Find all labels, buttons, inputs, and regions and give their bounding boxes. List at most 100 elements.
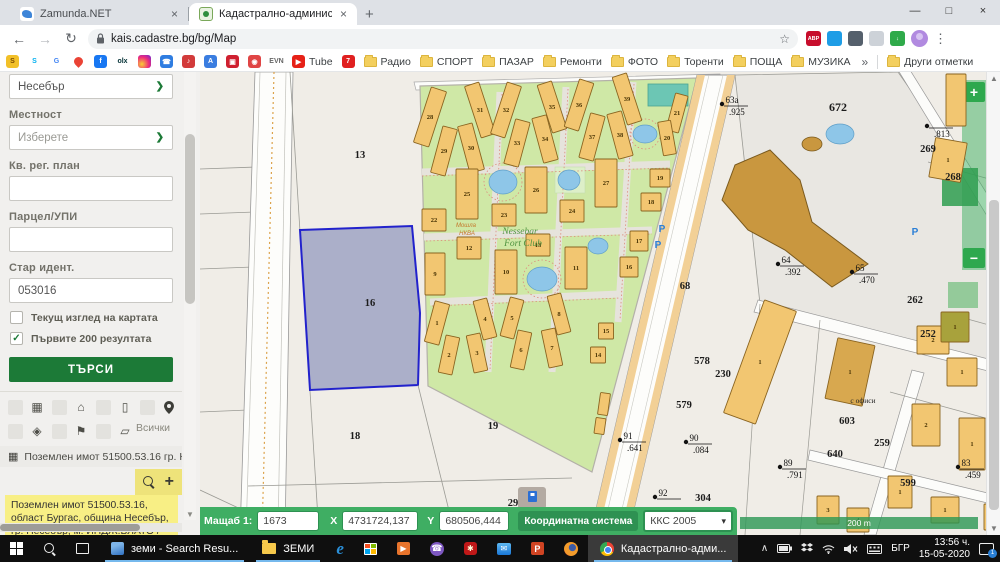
parcel-input[interactable] bbox=[9, 227, 173, 252]
layer-toggle[interactable] bbox=[4, 398, 26, 416]
layers-icon[interactable]: ◈ bbox=[26, 422, 48, 440]
window-zemi-folder[interactable]: ЗЕМИ bbox=[250, 535, 326, 562]
add-result-icon[interactable]: + bbox=[165, 474, 174, 490]
first200-checkbox-row[interactable]: ✓ Първите 200 резултата bbox=[10, 332, 182, 345]
zoom-out-icon[interactable]: − bbox=[970, 250, 978, 266]
translate-icon[interactable]: A bbox=[204, 55, 217, 68]
zoom-to-result-icon[interactable] bbox=[142, 476, 155, 488]
x-coordinate-input[interactable] bbox=[342, 511, 419, 531]
layer-toggle[interactable] bbox=[48, 398, 70, 416]
maximize-button[interactable]: □ bbox=[932, 0, 966, 25]
close-button[interactable]: × bbox=[966, 0, 1000, 25]
scroll-down-arrow-icon[interactable]: ▼ bbox=[987, 524, 1000, 533]
current-view-checkbox-row[interactable]: Текущ изглед на картата bbox=[10, 311, 182, 324]
cadastre-map[interactable]: + − 28 29 30 31 32 33 34 35 36 37 38 39 21 20 25 26 27 22… bbox=[200, 72, 1000, 535]
youtube-icon[interactable]: ▶ Tube bbox=[292, 55, 333, 68]
forward-button[interactable]: → bbox=[32, 31, 58, 47]
location-pin-icon[interactable] bbox=[158, 398, 180, 416]
flag-icon[interactable]: ⚑ bbox=[70, 422, 92, 440]
tab-zamunda[interactable]: Zamunda.NET × bbox=[10, 3, 188, 25]
all-layers-link[interactable]: Всички bbox=[136, 422, 180, 440]
firefox-button[interactable] bbox=[554, 535, 588, 562]
red-app-button[interactable]: ✱ bbox=[454, 535, 487, 562]
notifications-icon[interactable]: 1 bbox=[979, 542, 997, 558]
tab-close-icon[interactable]: × bbox=[169, 7, 180, 21]
bookmark-folder[interactable]: Ремонти bbox=[542, 54, 602, 68]
s-yellow-icon[interactable]: S bbox=[6, 55, 19, 68]
layer-toggle[interactable] bbox=[136, 398, 158, 416]
layer-toggle[interactable] bbox=[92, 398, 114, 416]
settlement-select[interactable]: Несебър ❯ bbox=[9, 74, 173, 99]
facebook-icon[interactable]: f bbox=[94, 55, 107, 68]
films-tv-button[interactable]: ▶ bbox=[387, 535, 420, 562]
bookmark-folder[interactable]: МУЗИКА bbox=[791, 54, 850, 68]
task-view-button[interactable] bbox=[66, 535, 99, 562]
reload-button[interactable]: ↻ bbox=[58, 30, 84, 47]
battery-icon[interactable] bbox=[777, 544, 793, 553]
mail-button[interactable]: ✉ bbox=[487, 535, 521, 562]
scroll-up-arrow-icon[interactable]: ▲ bbox=[987, 74, 1000, 83]
wifi-icon[interactable] bbox=[822, 544, 835, 554]
layer-toggle[interactable] bbox=[48, 422, 70, 440]
blue-badge-icon[interactable] bbox=[827, 31, 842, 46]
checkbox-checked[interactable]: ✓ bbox=[10, 332, 23, 345]
skype-icon[interactable]: S bbox=[28, 55, 41, 68]
layer-toggle[interactable] bbox=[4, 422, 26, 440]
adblock-icon[interactable]: ABP bbox=[806, 31, 821, 46]
polygon-icon[interactable]: ▱ bbox=[114, 422, 136, 440]
music-icon[interactable]: ♪ bbox=[182, 55, 195, 68]
red-dot-icon[interactable]: ◉ bbox=[248, 55, 261, 68]
clock[interactable]: 13:56 ч. 15-05-2020 bbox=[919, 537, 970, 560]
address-bar[interactable]: kais.cadastre.bg/bg/Map ☆ bbox=[88, 28, 798, 49]
dropbox-icon[interactable] bbox=[801, 543, 814, 554]
bookmark-folder[interactable]: СПОРТ bbox=[419, 54, 473, 68]
bookmark-folder[interactable]: Радио bbox=[363, 54, 411, 68]
map-canvas[interactable]: + − 2829 3031 32333435 3637 3839212025262722… bbox=[200, 72, 1000, 535]
language-indicator[interactable]: БГР bbox=[891, 543, 910, 554]
phone-icon[interactable]: ☎ bbox=[160, 55, 173, 68]
search-button[interactable]: ТЪРСИ bbox=[9, 357, 173, 382]
tray-expand-icon[interactable]: ∧ bbox=[761, 543, 768, 554]
selected-parcel-16[interactable] bbox=[298, 224, 422, 392]
idm-ext-icon[interactable] bbox=[869, 31, 884, 46]
touch-keyboard-icon[interactable] bbox=[867, 543, 883, 554]
old-id-input[interactable]: 053016 bbox=[9, 278, 173, 303]
store-button[interactable] bbox=[354, 535, 387, 562]
other-bookmarks-folder[interactable]: Други отметки bbox=[887, 54, 973, 68]
zoom-in-icon[interactable]: + bbox=[970, 84, 978, 100]
y-coordinate-input[interactable] bbox=[439, 511, 510, 531]
sidebar-vertical-scrollbar[interactable] bbox=[184, 72, 196, 520]
building-icon[interactable]: ▯ bbox=[114, 398, 136, 416]
start-button[interactable] bbox=[0, 535, 33, 562]
bookmark-star-icon[interactable]: ☆ bbox=[779, 32, 790, 46]
volume-muted-icon[interactable] bbox=[844, 543, 858, 554]
window-chrome-kais[interactable]: Кадастрално-адми... bbox=[587, 535, 739, 562]
red-tile-icon[interactable]: ▣ bbox=[226, 55, 239, 68]
profile-avatar[interactable] bbox=[911, 30, 928, 47]
scale-input[interactable] bbox=[257, 511, 320, 531]
tab-kais-active[interactable]: Кадастрално-административна × bbox=[189, 3, 357, 25]
home-icon[interactable]: ⌂ bbox=[70, 398, 92, 416]
olx-icon[interactable]: olx bbox=[116, 55, 129, 68]
powerpoint-button[interactable]: P bbox=[521, 535, 554, 562]
bookmark-folder[interactable]: ПАЗАР bbox=[482, 54, 534, 68]
bookmark-folder[interactable]: ФОТО bbox=[610, 54, 658, 68]
photos-ext-icon[interactable] bbox=[848, 31, 863, 46]
tab-close-icon[interactable]: × bbox=[338, 7, 349, 21]
bookmarks-overflow-icon[interactable]: » bbox=[861, 55, 868, 69]
instagram-icon[interactable] bbox=[138, 55, 151, 68]
new-tab-button[interactable]: + bbox=[365, 6, 374, 23]
page-scrollbar[interactable]: ▲ ▼ bbox=[986, 72, 1000, 535]
window-zemi-search[interactable]: земи - Search Resu... bbox=[99, 535, 250, 562]
scrollbar-thumb[interactable] bbox=[989, 200, 999, 510]
back-button[interactable]: ← bbox=[6, 31, 32, 47]
checkbox-unchecked[interactable] bbox=[10, 311, 23, 324]
scroll-down-arrow-icon[interactable]: ▼ bbox=[184, 510, 196, 519]
google-icon[interactable]: G bbox=[50, 55, 63, 68]
evn-icon[interactable]: EVN bbox=[269, 55, 284, 68]
seven-icon[interactable]: 7 bbox=[341, 55, 355, 68]
browser-menu-icon[interactable]: ⋮ bbox=[934, 31, 947, 47]
maps-icon[interactable] bbox=[72, 55, 85, 68]
bookmark-folder[interactable]: ПОЩА bbox=[732, 54, 782, 68]
map-building[interactable] bbox=[945, 73, 967, 127]
